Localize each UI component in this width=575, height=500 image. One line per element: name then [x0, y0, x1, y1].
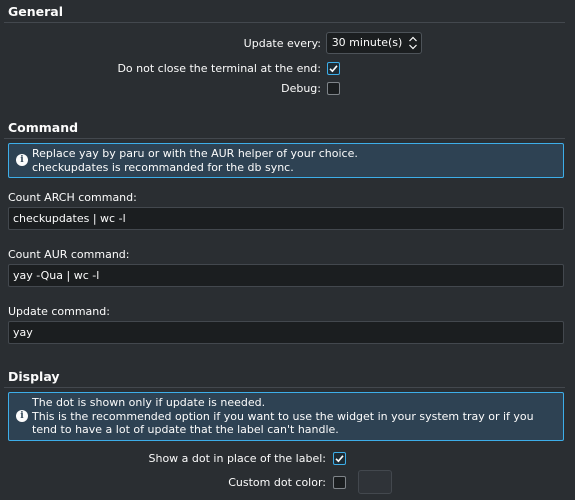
chevron-up-down-icon[interactable] — [408, 35, 418, 51]
update-command-input[interactable] — [9, 322, 563, 343]
command-info-message: i Replace yay by paru or with the AUR he… — [8, 143, 564, 178]
section-divider — [4, 138, 565, 139]
dot-color-picker-button[interactable] — [358, 470, 392, 494]
debug-checkbox[interactable] — [327, 82, 340, 95]
update-every-label: Update every: — [243, 37, 321, 50]
count-arch-label: Count ARCH command: — [8, 191, 137, 204]
do-not-close-checkbox[interactable] — [327, 62, 340, 75]
section-divider — [4, 22, 565, 23]
show-dot-checkbox[interactable] — [333, 452, 346, 465]
section-divider — [4, 387, 565, 388]
show-dot-label: Show a dot in place of the label: — [148, 452, 326, 465]
update-interval-value: 30 minute(s) — [331, 36, 403, 49]
checkmark-icon — [329, 65, 338, 73]
section-title-display: Display — [8, 369, 60, 384]
update-command-label: Update command: — [8, 305, 110, 318]
count-arch-field[interactable] — [8, 207, 564, 230]
do-not-close-label: Do not close the terminal at the end: — [117, 62, 321, 75]
info-icon: i — [16, 410, 28, 422]
info-icon: i — [16, 154, 28, 166]
display-info-text: The dot is shown only if update is neede… — [32, 396, 534, 436]
count-aur-label: Count AUR command: — [8, 248, 130, 261]
section-title-command: Command — [8, 120, 79, 135]
display-info-message: i The dot is shown only if update is nee… — [8, 392, 564, 441]
count-aur-field[interactable] — [8, 264, 564, 287]
count-arch-input[interactable] — [9, 208, 563, 229]
update-command-field[interactable] — [8, 321, 564, 344]
update-interval-spinbox[interactable]: 30 minute(s) — [326, 32, 422, 54]
command-info-text: Replace yay by paru or with the AUR help… — [32, 147, 358, 174]
custom-dot-color-label: Custom dot color: — [228, 476, 326, 489]
checkmark-icon — [335, 455, 344, 463]
count-aur-input[interactable] — [9, 265, 563, 286]
debug-label: Debug: — [281, 82, 321, 95]
section-title-general: General — [8, 4, 63, 19]
custom-dot-color-checkbox[interactable] — [333, 476, 346, 489]
settings-page: General Update every: 30 minute(s) Do no… — [0, 0, 575, 500]
